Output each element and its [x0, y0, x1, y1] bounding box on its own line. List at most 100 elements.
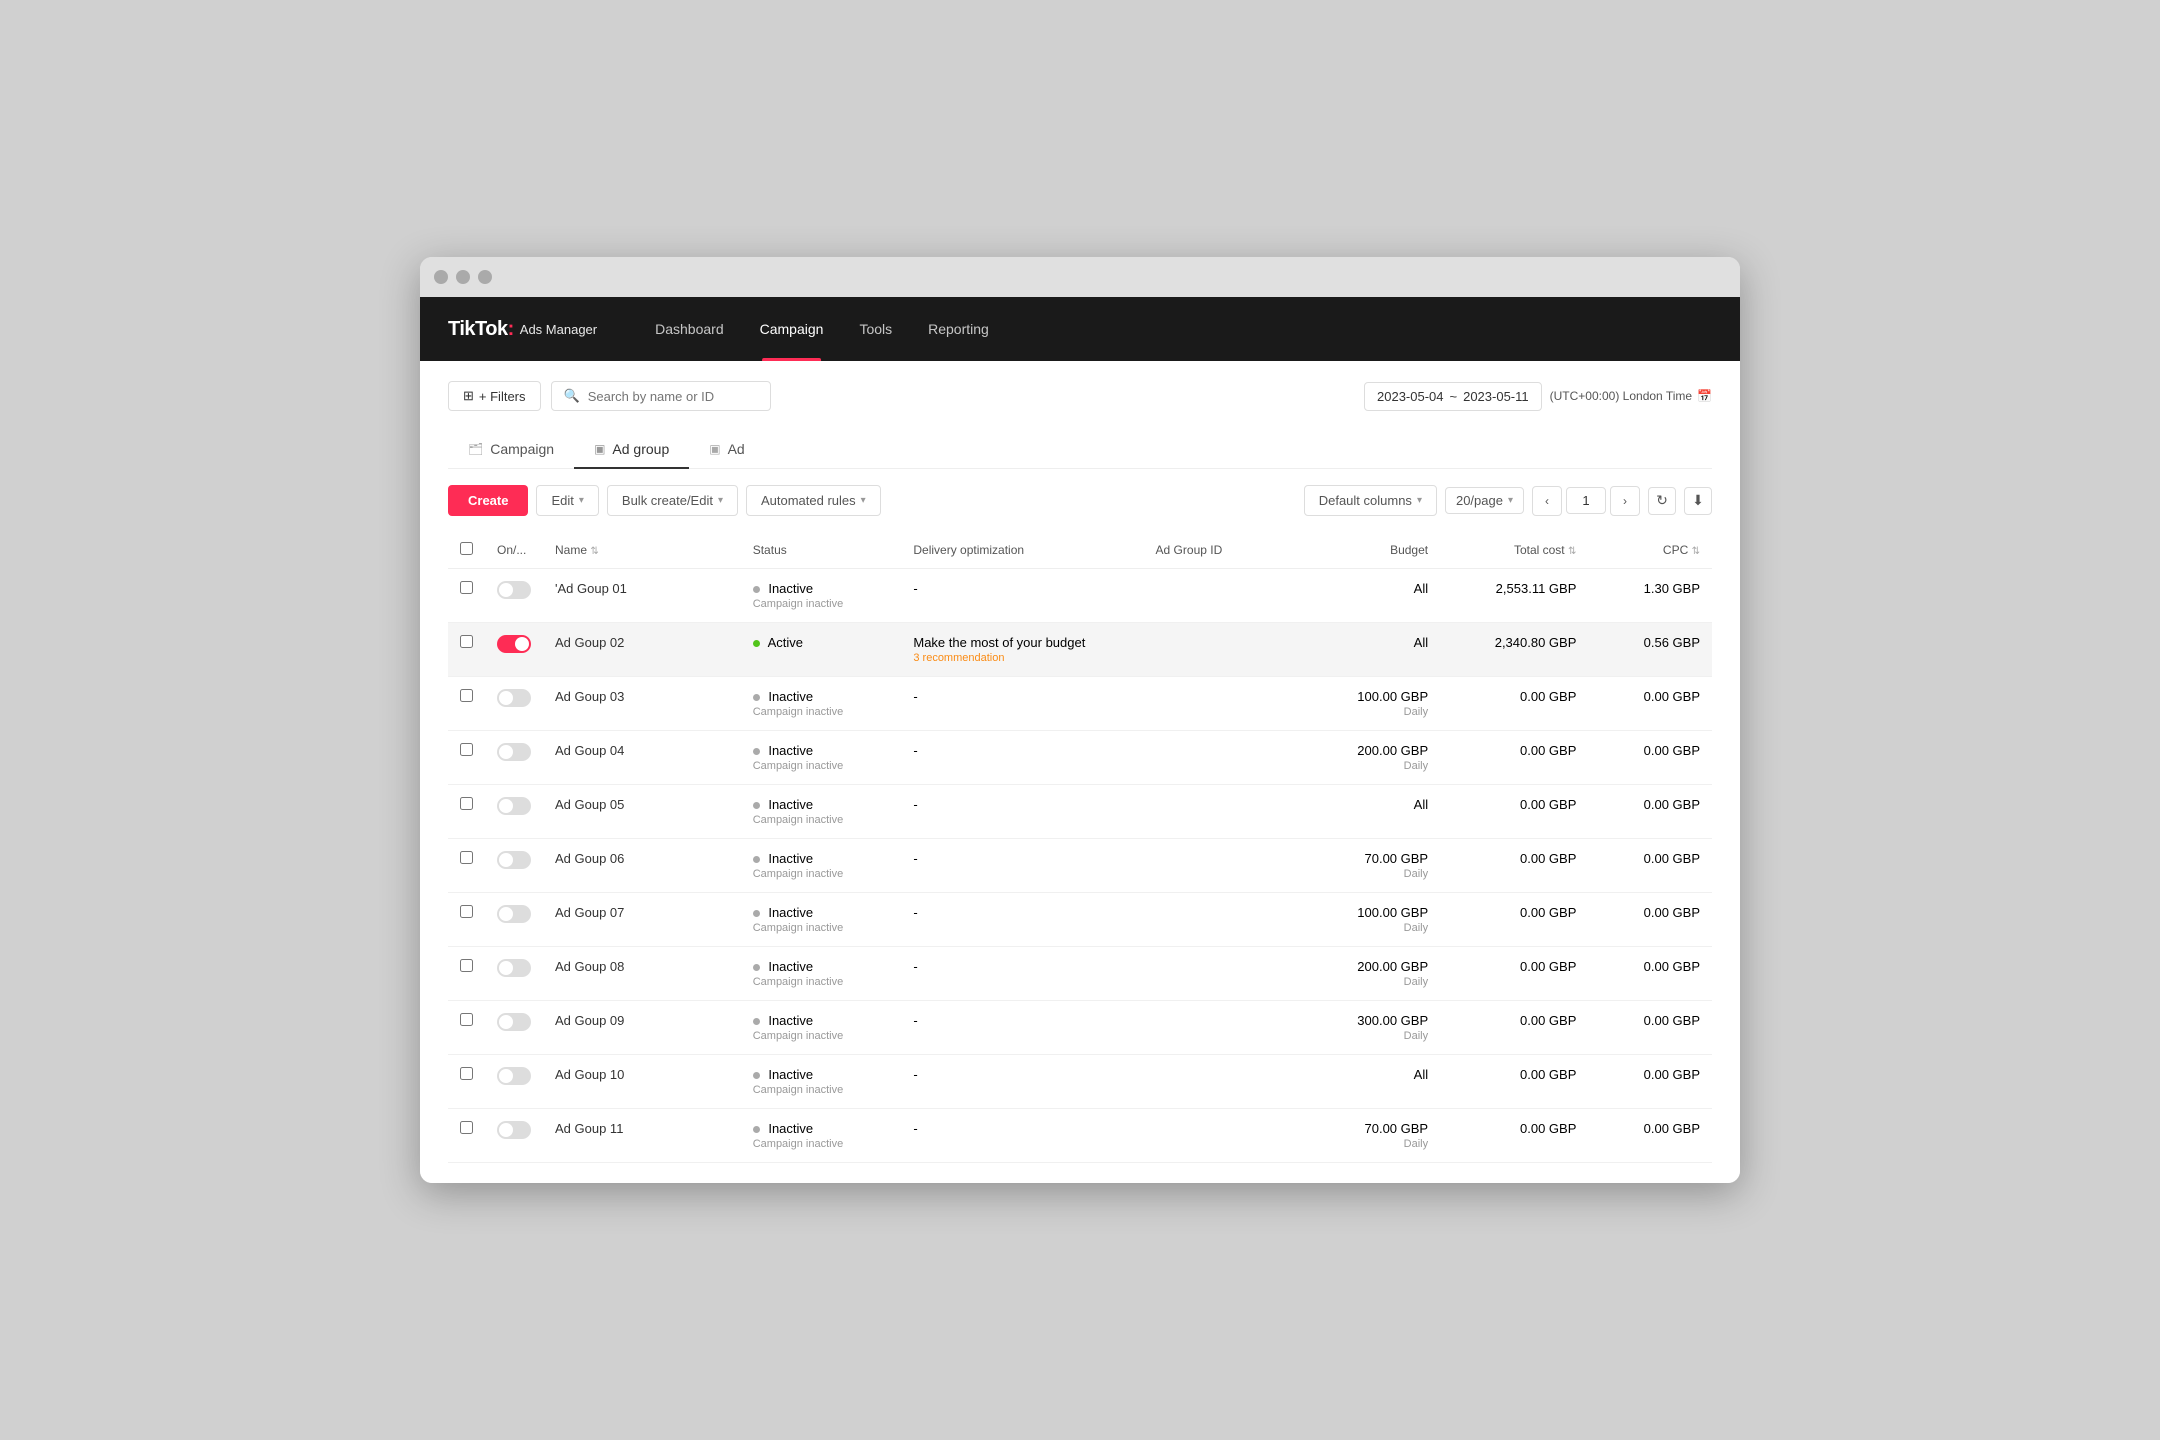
table-toolbar: Create Edit ▾ Bulk create/Edit ▾ Automat… — [448, 485, 1712, 516]
download-button[interactable]: ⬇ — [1684, 487, 1712, 515]
automated-rules-button[interactable]: Automated rules ▾ — [746, 485, 881, 516]
status-dot — [753, 1126, 760, 1133]
tab-campaign[interactable]: 🗂 Campaign — [448, 431, 574, 469]
row-name[interactable]: Ad Goup 07 — [555, 905, 624, 920]
search-box[interactable]: 🔍 — [551, 381, 771, 411]
minimize-btn[interactable] — [456, 270, 470, 284]
row-name[interactable]: 'Ad Goup 01 — [555, 581, 627, 596]
row-checkbox[interactable] — [460, 905, 473, 918]
row-total-cost-cell: 0.00 GBP — [1440, 839, 1588, 893]
row-toggle[interactable] — [497, 689, 531, 707]
row-name[interactable]: Ad Goup 05 — [555, 797, 624, 812]
calendar-icon[interactable]: 📅 — [1697, 389, 1712, 403]
row-checkbox[interactable] — [460, 1067, 473, 1080]
columns-button[interactable]: Default columns ▾ — [1304, 485, 1437, 516]
row-toggle-cell — [485, 677, 543, 731]
bulk-label: Bulk create/Edit — [622, 493, 713, 508]
row-toggle-cell — [485, 1001, 543, 1055]
row-delivery-cell: - — [901, 893, 1143, 947]
tab-adgroup[interactable]: ▣ Ad group — [574, 431, 689, 469]
per-page-selector[interactable]: 20/page ▾ — [1445, 487, 1524, 514]
row-id-cell — [1144, 893, 1292, 947]
row-checkbox[interactable] — [460, 959, 473, 972]
row-checkbox[interactable] — [460, 689, 473, 702]
nav-campaign[interactable]: Campaign — [742, 297, 842, 361]
row-total-cost: 2,553.11 GBP — [1496, 581, 1577, 596]
table-body: 'Ad Goup 01 Inactive Campaign inactive -… — [448, 569, 1712, 1163]
row-cpc-cell: 0.00 GBP — [1588, 1109, 1712, 1163]
row-total-cost-cell: 0.00 GBP — [1440, 677, 1588, 731]
maximize-btn[interactable] — [478, 270, 492, 284]
row-toggle[interactable] — [497, 1121, 531, 1139]
date-tilde: ~ — [1450, 389, 1458, 404]
row-status: Inactive — [768, 1067, 813, 1082]
row-toggle[interactable] — [497, 581, 531, 599]
row-toggle[interactable] — [497, 851, 531, 869]
row-toggle[interactable] — [497, 905, 531, 923]
row-budget-cell: All — [1292, 623, 1440, 677]
row-cpc-cell: 0.00 GBP — [1588, 1055, 1712, 1109]
filters-button[interactable]: ⊞ + Filters — [448, 381, 541, 411]
prev-page-button[interactable]: ‹ — [1532, 486, 1562, 516]
row-name[interactable]: Ad Goup 02 — [555, 635, 624, 650]
refresh-button[interactable]: ↻ — [1648, 487, 1676, 515]
date-range-picker[interactable]: 2023-05-04 ~ 2023-05-11 — [1364, 382, 1542, 411]
create-button[interactable]: Create — [448, 485, 528, 516]
nav-dashboard[interactable]: Dashboard — [637, 297, 742, 361]
row-checkbox[interactable] — [460, 635, 473, 648]
row-name[interactable]: Ad Goup 10 — [555, 1067, 624, 1082]
name-sort-icon[interactable]: ⇅ — [590, 546, 598, 557]
nav-reporting[interactable]: Reporting — [910, 297, 1007, 361]
row-status: Inactive — [768, 1121, 813, 1136]
row-status-cell: Inactive Campaign inactive — [741, 785, 902, 839]
rules-chevron-icon: ▾ — [861, 495, 866, 506]
row-id-cell — [1144, 677, 1292, 731]
row-toggle[interactable] — [497, 797, 531, 815]
row-toggle[interactable] — [497, 1013, 531, 1031]
row-name[interactable]: Ad Goup 09 — [555, 1013, 624, 1028]
edit-button[interactable]: Edit ▾ — [536, 485, 598, 516]
table-header-row: On/... Name ⇅ Status Delivery optimizati… — [448, 532, 1712, 569]
row-status: Inactive — [768, 581, 813, 596]
nav-tools[interactable]: Tools — [841, 297, 910, 361]
row-delivery: - — [913, 851, 917, 866]
row-cpc: 0.00 GBP — [1644, 1121, 1700, 1136]
row-checkbox[interactable] — [460, 743, 473, 756]
row-toggle[interactable] — [497, 743, 531, 761]
row-budget-cell: All — [1292, 785, 1440, 839]
row-name[interactable]: Ad Goup 04 — [555, 743, 624, 758]
row-checkbox[interactable] — [460, 581, 473, 594]
row-name[interactable]: Ad Goup 06 — [555, 851, 624, 866]
bulk-chevron-icon: ▾ — [718, 495, 723, 506]
close-btn[interactable] — [434, 270, 448, 284]
row-toggle[interactable] — [497, 1067, 531, 1085]
row-checkbox[interactable] — [460, 851, 473, 864]
row-toggle[interactable] — [497, 959, 531, 977]
row-status-cell: Inactive Campaign inactive — [741, 893, 902, 947]
cpc-sort-icon[interactable]: ⇅ — [1692, 546, 1700, 557]
row-checkbox-cell — [448, 1109, 485, 1163]
select-all-checkbox[interactable] — [460, 542, 473, 555]
bulk-create-button[interactable]: Bulk create/Edit ▾ — [607, 485, 738, 516]
search-input[interactable] — [588, 389, 758, 404]
row-checkbox-cell — [448, 623, 485, 677]
row-checkbox[interactable] — [460, 1121, 473, 1134]
row-total-cost: 0.00 GBP — [1520, 797, 1576, 812]
row-name[interactable]: Ad Goup 03 — [555, 689, 624, 704]
row-toggle[interactable] — [497, 635, 531, 653]
row-name[interactable]: Ad Goup 11 — [555, 1121, 623, 1136]
row-checkbox[interactable] — [460, 797, 473, 810]
page-number[interactable]: 1 — [1566, 487, 1606, 514]
row-budget: 200.00 GBP — [1357, 959, 1428, 974]
row-cpc-cell: 0.00 GBP — [1588, 785, 1712, 839]
total-sort-icon[interactable]: ⇅ — [1568, 546, 1576, 557]
row-cpc: 0.00 GBP — [1644, 689, 1700, 704]
level-tabs: 🗂 Campaign ▣ Ad group ▣ Ad — [448, 431, 1712, 469]
row-toggle-cell — [485, 839, 543, 893]
next-page-button[interactable]: › — [1610, 486, 1640, 516]
row-name[interactable]: Ad Goup 08 — [555, 959, 624, 974]
row-status-cell: Inactive Campaign inactive — [741, 1055, 902, 1109]
tab-ad[interactable]: ▣ Ad — [689, 431, 764, 469]
row-checkbox[interactable] — [460, 1013, 473, 1026]
row-name-cell: Ad Goup 11 — [543, 1109, 741, 1163]
